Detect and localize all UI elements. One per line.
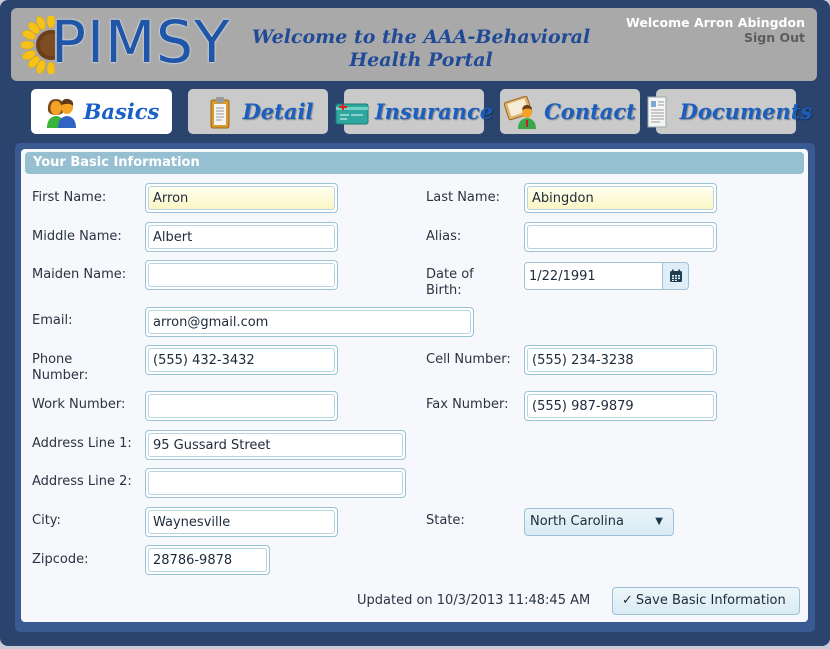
tab-detail[interactable]: Detail — [188, 89, 328, 134]
last-name-input[interactable] — [527, 186, 714, 210]
section-header: Your Basic Information — [25, 152, 804, 174]
city-input[interactable] — [148, 510, 335, 534]
alias-input[interactable] — [527, 225, 714, 249]
email-label: Email: — [32, 313, 73, 328]
state-selected-value: North Carolina — [530, 514, 624, 529]
state-label: State: — [426, 513, 465, 528]
insurance-card-icon — [335, 103, 369, 124]
cell-number-label: Cell Number: — [426, 352, 511, 367]
tab-label: Basics — [83, 99, 160, 124]
first-name-input[interactable] — [148, 186, 335, 210]
fax-number-input[interactable] — [527, 394, 714, 418]
calendar-icon — [669, 269, 682, 282]
email-field[interactable] — [145, 307, 474, 337]
header-bar: PIMSY Welcome to the AAA-Behavioral Heal… — [11, 8, 817, 81]
maiden-name-input[interactable] — [148, 263, 335, 287]
zipcode-label: Zipcode: — [32, 552, 89, 567]
phone-input[interactable] — [148, 348, 335, 372]
address2-label: Address Line 2: — [32, 474, 132, 489]
address2-input[interactable] — [148, 471, 403, 495]
address2-field[interactable] — [145, 468, 406, 498]
dob-input[interactable] — [525, 263, 662, 289]
date-picker-button[interactable] — [662, 262, 689, 290]
alias-field[interactable] — [524, 222, 717, 252]
users-icon — [46, 98, 76, 128]
address1-input[interactable] — [148, 433, 403, 457]
first-name-field[interactable] — [145, 183, 338, 213]
sunflower-icon — [21, 16, 55, 74]
checkmark-icon: ✓ — [622, 593, 633, 608]
middle-name-input[interactable] — [148, 225, 335, 249]
dropdown-arrow-icon: ▼ — [655, 516, 663, 527]
dob-field[interactable] — [524, 262, 663, 290]
pimsy-logo[interactable]: PIMSY — [21, 8, 229, 76]
work-number-field[interactable] — [145, 391, 338, 421]
tab-label: Detail — [242, 99, 314, 124]
city-label: City: — [32, 513, 61, 528]
fax-number-label: Fax Number: — [426, 397, 509, 412]
tab-label: Contact — [544, 99, 636, 124]
tab-label: Documents — [679, 99, 813, 124]
contact-book-icon — [504, 95, 537, 129]
address1-field[interactable] — [145, 430, 406, 460]
last-name-label: Last Name: — [426, 190, 500, 205]
address1-label: Address Line 1: — [32, 436, 132, 451]
user-block: Welcome Arron Abingdon Sign Out — [626, 15, 805, 45]
dob-label: Date of Birth: — [426, 267, 474, 298]
portal-title: Welcome to the AAA-Behavioral Health Por… — [251, 26, 591, 71]
clipboard-icon — [210, 96, 230, 128]
phone-field[interactable] — [145, 345, 338, 375]
work-number-input[interactable] — [148, 394, 335, 418]
phone-label: Phone Number: — [32, 352, 89, 383]
tab-contact[interactable]: Contact — [500, 89, 640, 134]
user-welcome: Welcome Arron Abingdon — [626, 15, 805, 30]
work-number-label: Work Number: — [32, 397, 126, 412]
save-button-label: Save Basic Information — [635, 593, 786, 608]
tab-label: Insurance — [374, 99, 494, 124]
maiden-name-field[interactable] — [145, 260, 338, 290]
middle-name-field[interactable] — [145, 222, 338, 252]
updated-timestamp: Updated on 10/3/2013 11:48:45 AM — [357, 593, 591, 608]
last-name-field[interactable] — [524, 183, 717, 213]
sign-out-link[interactable]: Sign Out — [626, 30, 805, 45]
cell-number-input[interactable] — [527, 348, 714, 372]
alias-label: Alias: — [426, 229, 462, 244]
save-basic-info-button[interactable]: ✓ Save Basic Information — [612, 587, 800, 615]
state-select[interactable]: North Carolina ▼ — [524, 508, 674, 536]
cell-number-field[interactable] — [524, 345, 717, 375]
tab-documents[interactable]: Documents — [647, 89, 812, 134]
document-icon — [647, 96, 667, 127]
fax-number-field[interactable] — [524, 391, 717, 421]
zipcode-input[interactable] — [148, 548, 267, 572]
first-name-label: First Name: — [32, 190, 107, 205]
tab-insurance[interactable]: Insurance — [335, 89, 493, 134]
middle-name-label: Middle Name: — [32, 229, 122, 244]
logo-text: PIMSY — [51, 8, 231, 76]
zipcode-field[interactable] — [145, 545, 270, 575]
email-input[interactable] — [148, 310, 471, 334]
maiden-name-label: Maiden Name: — [32, 267, 127, 282]
tab-basics[interactable]: Basics — [31, 89, 172, 134]
basic-info-panel — [21, 149, 808, 622]
city-field[interactable] — [145, 507, 338, 537]
